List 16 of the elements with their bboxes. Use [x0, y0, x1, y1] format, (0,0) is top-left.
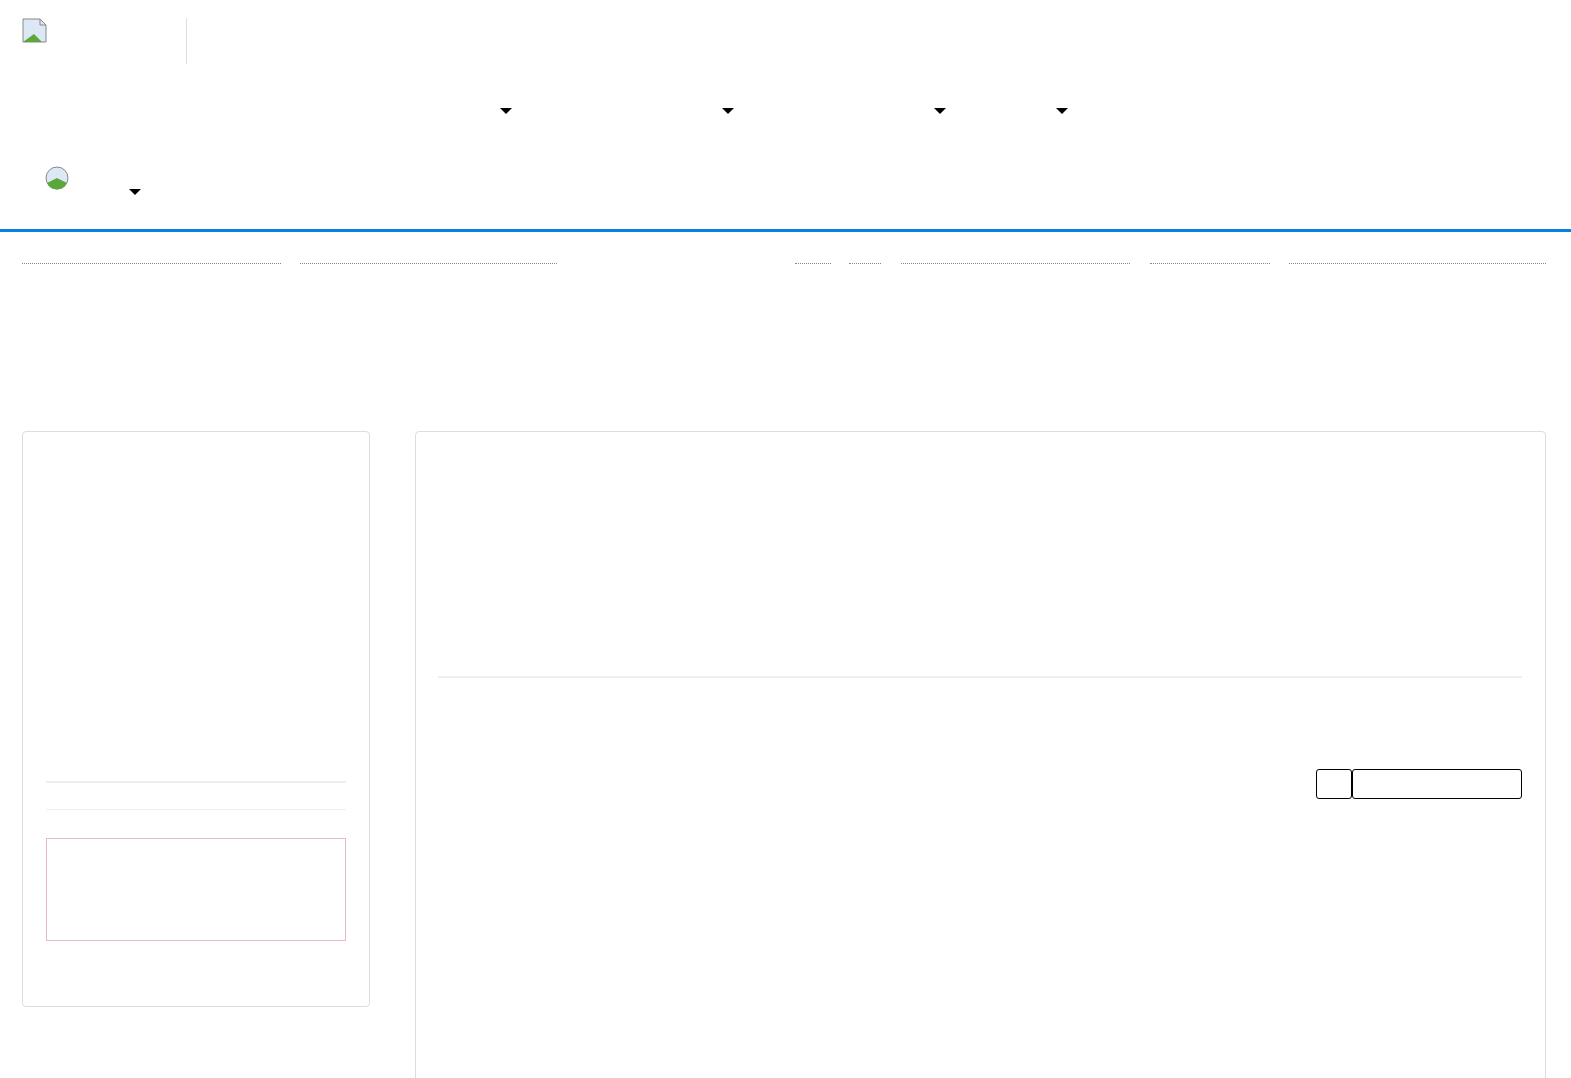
link-underline[interactable] [849, 263, 881, 264]
link-underline[interactable] [22, 263, 281, 264]
link-underline[interactable] [300, 263, 557, 264]
caret-icon[interactable] [1056, 108, 1068, 114]
caret-icon[interactable] [722, 108, 734, 114]
link-underline[interactable] [1150, 263, 1270, 264]
caret-icon[interactable] [934, 108, 946, 114]
button[interactable] [1352, 769, 1522, 799]
link-underline[interactable] [901, 263, 1130, 264]
broken-image-icon[interactable] [45, 166, 69, 190]
broken-image-icon [22, 18, 47, 43]
link-underline[interactable] [1289, 263, 1546, 264]
caret-icon[interactable] [500, 108, 512, 114]
link-underline[interactable] [795, 263, 831, 264]
button[interactable] [1316, 769, 1352, 799]
caret-icon[interactable] [129, 189, 141, 195]
